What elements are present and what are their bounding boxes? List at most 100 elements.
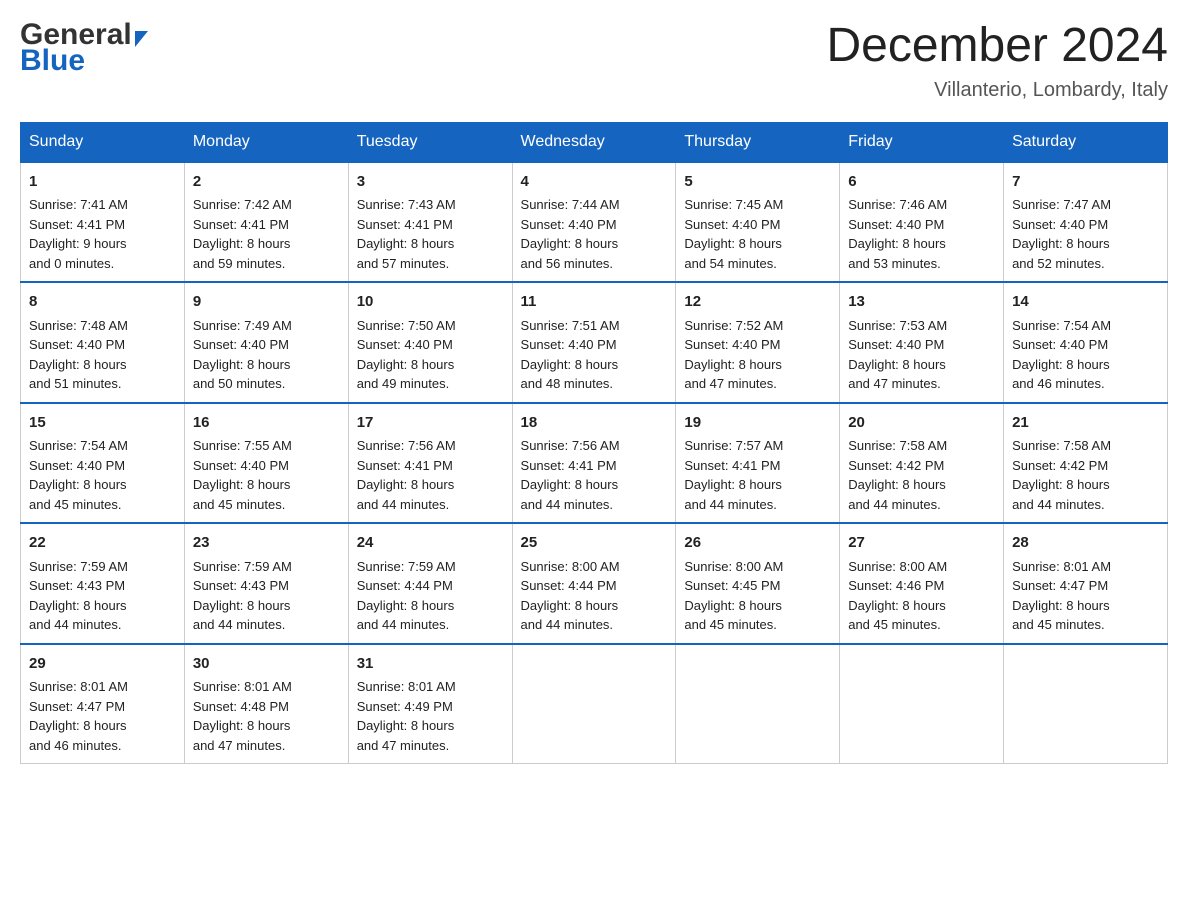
day-number: 7 (1012, 171, 1159, 194)
calendar-day-cell: 16 Sunrise: 7:55 AMSunset: 4:40 PMDayligh… (184, 403, 348, 524)
calendar-day-cell (840, 644, 1004, 764)
day-number: 8 (29, 291, 176, 314)
col-header-sunday: Sunday (21, 122, 185, 162)
day-info: Sunrise: 8:00 AMSunset: 4:44 PMDaylight:… (521, 559, 620, 633)
day-info: Sunrise: 8:00 AMSunset: 4:46 PMDaylight:… (848, 559, 947, 633)
day-number: 22 (29, 532, 176, 555)
logo-text: General Blue (20, 20, 148, 76)
day-number: 3 (357, 171, 504, 194)
day-number: 19 (684, 412, 831, 435)
day-number: 15 (29, 412, 176, 435)
day-info: Sunrise: 7:58 AMSunset: 4:42 PMDaylight:… (848, 438, 947, 512)
calendar-day-cell: 20 Sunrise: 7:58 AMSunset: 4:42 PMDayligh… (840, 403, 1004, 524)
day-info: Sunrise: 7:46 AMSunset: 4:40 PMDaylight:… (848, 197, 947, 271)
day-number: 26 (684, 532, 831, 555)
day-number: 1 (29, 171, 176, 194)
day-number: 9 (193, 291, 340, 314)
calendar-day-cell (676, 644, 840, 764)
day-info: Sunrise: 8:01 AMSunset: 4:49 PMDaylight:… (357, 679, 456, 753)
calendar-day-cell: 11Sunrise: 7:51 AMSunset: 4:40 PMDayligh… (512, 282, 676, 403)
page-header: General Blue December 2024 Villanterio, … (20, 20, 1168, 102)
calendar-week-row: 1 Sunrise: 7:41 AMSunset: 4:41 PMDaylight… (21, 162, 1168, 283)
day-info: Sunrise: 7:43 AMSunset: 4:41 PMDaylight:… (357, 197, 456, 271)
day-info: Sunrise: 7:54 AMSunset: 4:40 PMDaylight:… (29, 438, 128, 512)
day-number: 28 (1012, 532, 1159, 555)
day-info: Sunrise: 8:01 AMSunset: 4:47 PMDaylight:… (1012, 559, 1111, 633)
day-info: Sunrise: 7:56 AMSunset: 4:41 PMDaylight:… (521, 438, 620, 512)
day-number: 31 (357, 653, 504, 676)
day-info: Sunrise: 7:59 AMSunset: 4:44 PMDaylight:… (357, 559, 456, 633)
day-number: 12 (684, 291, 831, 314)
calendar-day-cell: 2Sunrise: 7:42 AMSunset: 4:41 PMDaylight… (184, 162, 348, 283)
calendar-day-cell: 4 Sunrise: 7:44 AMSunset: 4:40 PMDaylight… (512, 162, 676, 283)
logo: General Blue (20, 20, 148, 76)
day-number: 6 (848, 171, 995, 194)
calendar-day-cell: 22 Sunrise: 7:59 AMSunset: 4:43 PMDayligh… (21, 523, 185, 644)
day-info: Sunrise: 7:49 AMSunset: 4:40 PMDaylight:… (193, 318, 292, 392)
calendar-day-cell (512, 644, 676, 764)
day-info: Sunrise: 7:44 AMSunset: 4:40 PMDaylight:… (521, 197, 620, 271)
calendar-week-row: 22 Sunrise: 7:59 AMSunset: 4:43 PMDayligh… (21, 523, 1168, 644)
calendar-day-cell: 8Sunrise: 7:48 AMSunset: 4:40 PMDaylight… (21, 282, 185, 403)
col-header-wednesday: Wednesday (512, 122, 676, 162)
day-number: 2 (193, 171, 340, 194)
calendar-day-cell: 29 Sunrise: 8:01 AMSunset: 4:47 PMDayligh… (21, 644, 185, 764)
calendar-day-cell: 26Sunrise: 8:00 AMSunset: 4:45 PMDayligh… (676, 523, 840, 644)
calendar-day-cell: 24 Sunrise: 7:59 AMSunset: 4:44 PMDayligh… (348, 523, 512, 644)
calendar-week-row: 15 Sunrise: 7:54 AMSunset: 4:40 PMDayligh… (21, 403, 1168, 524)
title-block: December 2024 Villanterio, Lombardy, Ita… (826, 20, 1168, 102)
day-info: Sunrise: 7:47 AMSunset: 4:40 PMDaylight:… (1012, 197, 1111, 271)
day-number: 18 (521, 412, 668, 435)
location-subtitle: Villanterio, Lombardy, Italy (826, 79, 1168, 102)
calendar-day-cell: 12Sunrise: 7:52 AMSunset: 4:40 PMDayligh… (676, 282, 840, 403)
col-header-thursday: Thursday (676, 122, 840, 162)
calendar-day-cell: 6 Sunrise: 7:46 AMSunset: 4:40 PMDaylight… (840, 162, 1004, 283)
logo-blue: Blue (20, 46, 148, 76)
day-number: 16 (193, 412, 340, 435)
day-number: 14 (1012, 291, 1159, 314)
calendar-day-cell: 31 Sunrise: 8:01 AMSunset: 4:49 PMDayligh… (348, 644, 512, 764)
col-header-friday: Friday (840, 122, 1004, 162)
day-number: 4 (521, 171, 668, 194)
day-number: 29 (29, 653, 176, 676)
calendar-day-cell: 14Sunrise: 7:54 AMSunset: 4:40 PMDayligh… (1004, 282, 1168, 403)
calendar-day-cell: 9 Sunrise: 7:49 AMSunset: 4:40 PMDaylight… (184, 282, 348, 403)
day-number: 20 (848, 412, 995, 435)
calendar-day-cell: 30 Sunrise: 8:01 AMSunset: 4:48 PMDayligh… (184, 644, 348, 764)
day-info: Sunrise: 8:01 AMSunset: 4:48 PMDaylight:… (193, 679, 292, 753)
day-number: 30 (193, 653, 340, 676)
day-info: Sunrise: 7:41 AMSunset: 4:41 PMDaylight:… (29, 197, 128, 271)
day-number: 17 (357, 412, 504, 435)
day-info: Sunrise: 7:57 AMSunset: 4:41 PMDaylight:… (684, 438, 783, 512)
col-header-monday: Monday (184, 122, 348, 162)
day-info: Sunrise: 7:55 AMSunset: 4:40 PMDaylight:… (193, 438, 292, 512)
calendar-day-cell: 27 Sunrise: 8:00 AMSunset: 4:46 PMDayligh… (840, 523, 1004, 644)
day-number: 10 (357, 291, 504, 314)
calendar-header-row: SundayMondayTuesdayWednesdayThursdayFrid… (21, 122, 1168, 162)
calendar-day-cell: 15 Sunrise: 7:54 AMSunset: 4:40 PMDayligh… (21, 403, 185, 524)
calendar-week-row: 8Sunrise: 7:48 AMSunset: 4:40 PMDaylight… (21, 282, 1168, 403)
col-header-saturday: Saturday (1004, 122, 1168, 162)
month-title: December 2024 (826, 20, 1168, 73)
day-number: 25 (521, 532, 668, 555)
calendar-day-cell: 3 Sunrise: 7:43 AMSunset: 4:41 PMDaylight… (348, 162, 512, 283)
day-number: 23 (193, 532, 340, 555)
calendar-day-cell: 17Sunrise: 7:56 AMSunset: 4:41 PMDayligh… (348, 403, 512, 524)
col-header-tuesday: Tuesday (348, 122, 512, 162)
calendar-day-cell: 1 Sunrise: 7:41 AMSunset: 4:41 PMDaylight… (21, 162, 185, 283)
calendar-day-cell: 13Sunrise: 7:53 AMSunset: 4:40 PMDayligh… (840, 282, 1004, 403)
day-info: Sunrise: 7:59 AMSunset: 4:43 PMDaylight:… (193, 559, 292, 633)
day-info: Sunrise: 8:01 AMSunset: 4:47 PMDaylight:… (29, 679, 128, 753)
day-number: 27 (848, 532, 995, 555)
calendar-day-cell: 25 Sunrise: 8:00 AMSunset: 4:44 PMDayligh… (512, 523, 676, 644)
calendar-day-cell: 23 Sunrise: 7:59 AMSunset: 4:43 PMDayligh… (184, 523, 348, 644)
day-info: Sunrise: 7:45 AMSunset: 4:40 PMDaylight:… (684, 197, 783, 271)
calendar-day-cell: 7 Sunrise: 7:47 AMSunset: 4:40 PMDaylight… (1004, 162, 1168, 283)
day-number: 24 (357, 532, 504, 555)
calendar-day-cell: 28 Sunrise: 8:01 AMSunset: 4:47 PMDayligh… (1004, 523, 1168, 644)
calendar-day-cell: 5Sunrise: 7:45 AMSunset: 4:40 PMDaylight… (676, 162, 840, 283)
day-number: 13 (848, 291, 995, 314)
calendar-day-cell: 19 Sunrise: 7:57 AMSunset: 4:41 PMDayligh… (676, 403, 840, 524)
day-info: Sunrise: 7:59 AMSunset: 4:43 PMDaylight:… (29, 559, 128, 633)
day-info: Sunrise: 7:51 AMSunset: 4:40 PMDaylight:… (521, 318, 620, 392)
